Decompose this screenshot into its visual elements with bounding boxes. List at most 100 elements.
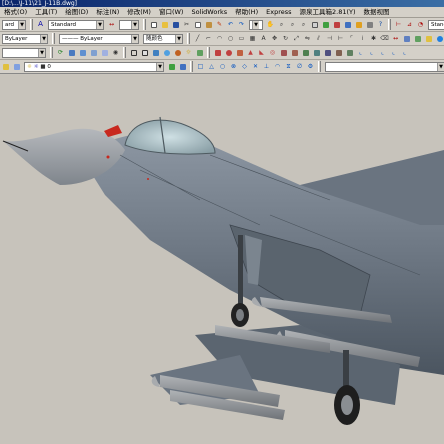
- explode-icon[interactable]: ✱: [369, 34, 378, 43]
- dim-icon[interactable]: ↔: [391, 34, 400, 43]
- open-icon[interactable]: [160, 20, 169, 29]
- text-icon[interactable]: A: [259, 34, 268, 43]
- copy-icon[interactable]: [193, 20, 202, 29]
- redo-icon[interactable]: ↷: [237, 20, 246, 29]
- snap-node-icon[interactable]: ⊗: [229, 62, 238, 71]
- pan-icon[interactable]: ✋: [266, 20, 275, 29]
- view-front-icon[interactable]: [78, 48, 87, 57]
- hidden-icon[interactable]: [140, 48, 149, 57]
- material-icon[interactable]: [173, 48, 182, 57]
- ucs-object-icon[interactable]: ⌞: [400, 48, 409, 57]
- toolbar-grip[interactable]: [318, 61, 321, 72]
- calc-icon[interactable]: [365, 20, 374, 29]
- rotate-icon[interactable]: ↻: [281, 34, 290, 43]
- snap-tangent-icon[interactable]: ◠: [273, 62, 282, 71]
- slice-icon[interactable]: [334, 48, 343, 57]
- union-icon[interactable]: [301, 48, 310, 57]
- menu-toolbox[interactable]: 源泉工具箱2.81(Y): [296, 7, 360, 17]
- extend-icon[interactable]: ⊢: [336, 34, 345, 43]
- cylinder-icon[interactable]: [235, 48, 244, 57]
- dim-style-icon[interactable]: ↔: [107, 20, 116, 29]
- menu-solidworks[interactable]: SolidWorks: [187, 7, 231, 17]
- zoom-window-icon[interactable]: ⌕: [288, 20, 297, 29]
- menu-dimension[interactable]: 标注(N): [92, 7, 123, 17]
- block-icon[interactable]: [402, 34, 411, 43]
- snap-quadrant-icon[interactable]: ◇: [240, 62, 249, 71]
- array-icon[interactable]: ⁞: [358, 34, 367, 43]
- sheet-icon[interactable]: [343, 20, 352, 29]
- menu-help[interactable]: 帮助(H): [231, 7, 262, 17]
- rectangle-icon[interactable]: ▭: [237, 34, 246, 43]
- snap-settings-icon[interactable]: ⚙: [306, 62, 315, 71]
- menu-draw[interactable]: 绘图(D): [61, 7, 92, 17]
- toolbar-grip[interactable]: [190, 61, 193, 72]
- paste-icon[interactable]: [204, 20, 213, 29]
- match-icon[interactable]: ✎: [215, 20, 224, 29]
- drawing-viewport[interactable]: [0, 75, 444, 444]
- intersect-icon[interactable]: [323, 48, 332, 57]
- insert-icon[interactable]: [413, 34, 422, 43]
- offset-icon[interactable]: ⫽: [314, 34, 323, 43]
- dim-radius-icon[interactable]: ◔: [416, 20, 425, 29]
- light-icon[interactable]: ☼: [184, 48, 193, 57]
- undo-list-combo[interactable]: ▼: [249, 19, 263, 30]
- layer-icon[interactable]: [424, 34, 433, 43]
- menu-tools[interactable]: 工具(T): [31, 7, 61, 17]
- style-combo[interactable]: Standard ▼: [48, 19, 104, 30]
- scene-icon[interactable]: [195, 48, 204, 57]
- properties-icon[interactable]: [310, 20, 319, 29]
- toolbar-grip[interactable]: [143, 19, 146, 30]
- ucs-icon[interactable]: ⌞: [356, 48, 365, 57]
- menu-express[interactable]: Express: [262, 7, 295, 17]
- ucs-world-icon[interactable]: ⌞: [367, 48, 376, 57]
- gouraud-icon[interactable]: [162, 48, 171, 57]
- snap-midpoint-icon[interactable]: △: [207, 62, 216, 71]
- layer-state-icon[interactable]: [12, 62, 21, 71]
- text-style-icon[interactable]: A: [36, 20, 45, 29]
- hatch-icon[interactable]: ▦: [248, 34, 257, 43]
- toolbar-grip[interactable]: [30, 19, 33, 30]
- erase-icon[interactable]: ⌫: [380, 34, 389, 43]
- tool-palette-icon[interactable]: [332, 20, 341, 29]
- snap-center-icon[interactable]: ○: [218, 62, 227, 71]
- linetype-combo[interactable]: ——— ByLayer ▼: [59, 33, 139, 44]
- zoom-prev-icon[interactable]: ⌕: [299, 20, 308, 29]
- arc-icon[interactable]: ◠: [215, 34, 224, 43]
- trim-icon[interactable]: ⊣: [325, 34, 334, 43]
- cut-icon[interactable]: ✂: [182, 20, 191, 29]
- markup-icon[interactable]: [354, 20, 363, 29]
- render-icon[interactable]: [435, 34, 444, 43]
- ucs-view-icon[interactable]: ⌞: [378, 48, 387, 57]
- wireframe-icon[interactable]: [129, 48, 138, 57]
- snap-intersect-icon[interactable]: ✕: [251, 62, 260, 71]
- box-icon[interactable]: [213, 48, 222, 57]
- orbit-icon[interactable]: ⟳: [56, 48, 65, 57]
- toolbar-grip[interactable]: [388, 19, 391, 30]
- zoom-icon[interactable]: ⌕: [277, 20, 286, 29]
- view-iso-icon[interactable]: [100, 48, 109, 57]
- polyline-icon[interactable]: ⌐: [204, 34, 213, 43]
- undo-icon[interactable]: ↶: [226, 20, 235, 29]
- torus-icon[interactable]: ◎: [268, 48, 277, 57]
- linetype-scale-combo[interactable]: ▼: [325, 61, 444, 72]
- flat-shade-icon[interactable]: [151, 48, 160, 57]
- menu-window[interactable]: 窗口(W): [155, 7, 188, 17]
- color-combo[interactable]: 随颜色 ▼: [143, 33, 183, 44]
- dim-aligned-icon[interactable]: ⊿: [405, 20, 414, 29]
- revolve-icon[interactable]: [290, 48, 299, 57]
- view-left-icon[interactable]: [89, 48, 98, 57]
- make-current-icon[interactable]: [167, 62, 176, 71]
- save-icon[interactable]: [171, 20, 180, 29]
- dim-style-combo[interactable]: Standard▼: [428, 19, 444, 30]
- snap-none-icon[interactable]: ∅: [295, 62, 304, 71]
- extrude-icon[interactable]: [279, 48, 288, 57]
- layer-combo[interactable]: ByLayer ▼: [2, 33, 48, 44]
- move-icon[interactable]: ✥: [270, 34, 279, 43]
- cone-icon[interactable]: ▲: [246, 48, 255, 57]
- fillet-icon[interactable]: ⌜: [347, 34, 356, 43]
- menu-format[interactable]: 格式(O): [0, 7, 31, 17]
- toolbar-grip[interactable]: [187, 33, 190, 44]
- menu-data-view[interactable]: 数据视图: [360, 7, 394, 17]
- snap-perp-icon[interactable]: ⊥: [262, 62, 271, 71]
- scale-icon[interactable]: ⤢: [292, 34, 301, 43]
